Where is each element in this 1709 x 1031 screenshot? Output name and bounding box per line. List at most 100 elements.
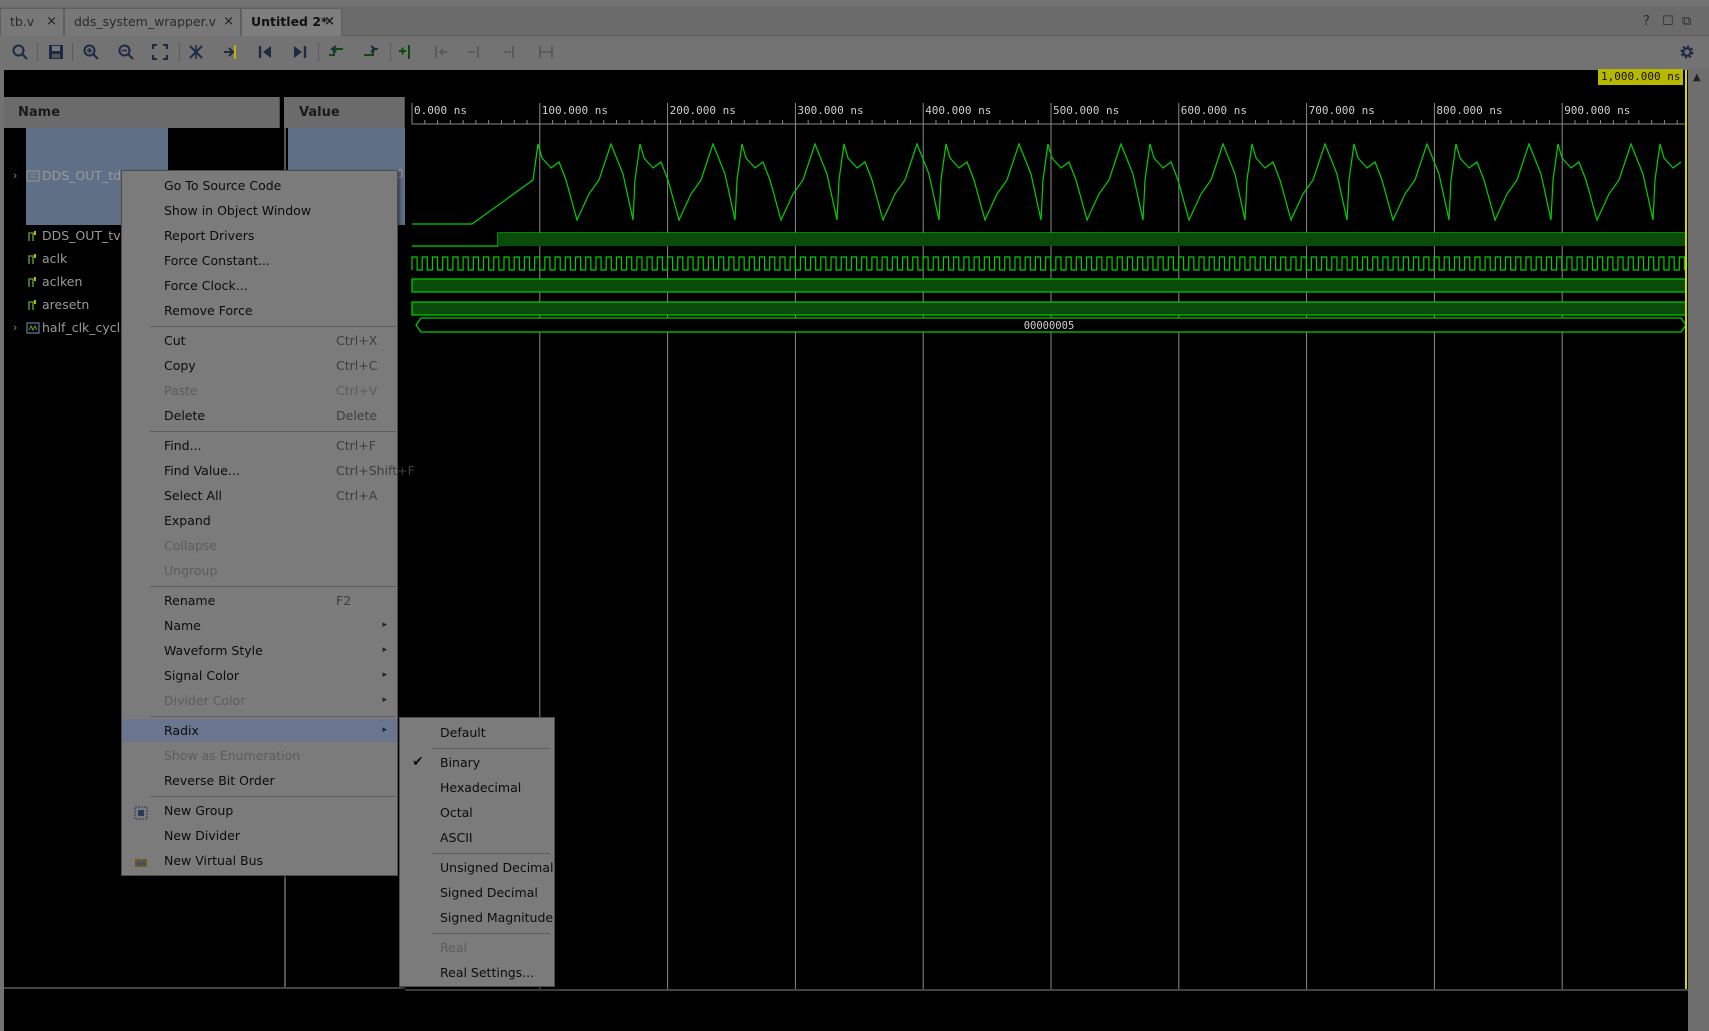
context-menu: Go To Source Code Show in Object Window Re… [121, 170, 415, 876]
menu-item-label: Show in Object Window [164, 203, 312, 218]
menu-item-label: Find Value... [164, 463, 240, 478]
name-column-header[interactable]: Name [4, 97, 280, 128]
menu-item-remove-force[interactable]: Remove Force [122, 299, 397, 322]
bus-icon [26, 322, 40, 334]
waveform-svg[interactable]: 0.000 ns 100.000 ns 200.000 ns 300.000 ns 40… [405, 70, 1688, 989]
tab-label: tb.v [10, 14, 35, 29]
signal-icon [28, 254, 36, 264]
radix-item-signed-magnitude[interactable]: Signed Magnitude [400, 906, 554, 929]
settings-icon[interactable] [1677, 42, 1697, 62]
submenu-arrow-icon: ▸ [382, 645, 387, 655]
menu-item-label: Rename [164, 593, 216, 608]
go-to-last-icon[interactable] [290, 42, 310, 62]
scroll-up-icon[interactable]: ▲ [1693, 72, 1701, 83]
radix-item-default[interactable]: Default [400, 721, 554, 744]
tab-untitled-2[interactable]: Untitled 2* × [241, 8, 342, 36]
menu-item-rename[interactable]: Rename F2 [122, 589, 397, 612]
menu-item-label: Delete [164, 408, 206, 423]
menu-item-report-drivers[interactable]: Report Drivers [122, 224, 397, 247]
menu-item-label: Name [164, 618, 201, 633]
signal-name: aresetn [42, 297, 90, 312]
float-icon[interactable]: ⧉ [1682, 14, 1691, 29]
menu-item-shortcut: Delete [336, 408, 378, 423]
maximize-icon[interactable]: ☐ [1662, 14, 1674, 29]
submenu-arrow-icon: ▸ [382, 670, 387, 680]
menu-item-force-constant[interactable]: Force Constant... [122, 249, 397, 272]
menu-item-shortcut: Ctrl+C [336, 358, 378, 373]
chevron-right-icon[interactable]: › [13, 317, 17, 339]
menu-item-force-clock[interactable]: Force Clock... [122, 274, 397, 297]
value-column-header[interactable]: Value [284, 97, 405, 128]
swap-cursor-icon[interactable] [186, 42, 206, 62]
vertical-scrollbar[interactable]: ▲ [1688, 70, 1709, 1031]
go-to-first-icon[interactable] [255, 42, 275, 62]
menu-item-ungroup: Ungroup [122, 559, 397, 582]
time-tick-label: 400.000 ns [925, 104, 991, 117]
help-icon[interactable]: ? [1643, 14, 1650, 29]
menu-item-cut[interactable]: Cut Ctrl+X [122, 329, 397, 352]
tab-label: dds_system_wrapper.v [74, 14, 217, 29]
menu-item-expand[interactable]: Expand [122, 509, 397, 532]
radix-item-label: Signed Decimal [440, 885, 538, 900]
next-transition-icon[interactable] [361, 42, 381, 62]
menu-item-go-to-source-code[interactable]: Go To Source Code [122, 174, 397, 197]
search-icon[interactable] [10, 42, 30, 62]
menu-item-label: Waveform Style [164, 643, 263, 658]
submenu-arrow-icon: ▸ [382, 620, 387, 630]
close-icon[interactable]: × [223, 9, 234, 35]
menu-item-select-all[interactable]: Select All Ctrl+A [122, 484, 397, 507]
radix-item-ascii[interactable]: ASCII [400, 826, 554, 849]
time-tick-label: 500.000 ns [1053, 104, 1119, 117]
zoom-out-icon[interactable] [116, 42, 136, 62]
previous-transition-icon[interactable] [326, 42, 346, 62]
tab-tb-v[interactable]: tb.v × [0, 8, 64, 36]
tab-dds-system-wrapper[interactable]: dds_system_wrapper.v × [64, 8, 241, 36]
radix-item-label: Octal [440, 805, 473, 820]
menu-item-label: Collapse [164, 538, 218, 553]
radix-item-label: Hexadecimal [440, 780, 522, 795]
menu-item-signal-color[interactable]: Signal Color ▸ [122, 664, 397, 687]
zoom-fit-icon[interactable] [150, 42, 170, 62]
menu-item-delete[interactable]: Delete Delete [122, 404, 397, 427]
value-header-label: Value [299, 105, 340, 120]
aclk-waveform[interactable] [411, 256, 1685, 271]
close-icon[interactable]: × [324, 9, 335, 35]
radix-item-hexadecimal[interactable]: Hexadecimal [400, 776, 554, 799]
zoom-in-icon[interactable] [81, 42, 101, 62]
go-to-cursor-icon[interactable] [220, 42, 240, 62]
menu-item-shortcut: F2 [336, 593, 352, 608]
menu-item-waveform-style[interactable]: Waveform Style ▸ [122, 639, 397, 662]
close-icon[interactable]: × [46, 9, 57, 35]
radix-submenu: Default ✔ Binary Hexadecimal Octal ASCII Unsig… [399, 717, 555, 987]
radix-item-signed-decimal[interactable]: Signed Decimal [400, 881, 554, 904]
radix-item-label: Real [440, 940, 467, 955]
radix-item-real-settings[interactable]: Real Settings... [400, 961, 554, 984]
submenu-arrow-icon: ▸ [382, 695, 387, 705]
chevron-right-icon[interactable]: › [13, 165, 17, 187]
menu-item-new-group[interactable]: New Group [122, 799, 397, 822]
radix-item-unsigned-decimal[interactable]: Unsigned Decimal [400, 856, 554, 879]
menu-item-find-value[interactable]: Find Value... Ctrl+Shift+F [122, 459, 415, 482]
menu-item-new-virtual-bus[interactable]: New Virtual Bus [122, 849, 397, 872]
group-icon [134, 804, 148, 820]
menu-item-name[interactable]: Name ▸ [122, 614, 397, 637]
add-marker-icon[interactable] [396, 42, 416, 62]
menu-item-label: Radix [164, 723, 199, 738]
save-icon[interactable] [46, 42, 66, 62]
menu-item-label: Find... [164, 438, 202, 453]
menu-item-find[interactable]: Find... Ctrl+F [122, 434, 397, 457]
radix-item-binary[interactable]: ✔ Binary [400, 751, 554, 774]
radix-item-octal[interactable]: Octal [400, 801, 554, 824]
menu-item-show-in-object-window[interactable]: Show in Object Window [122, 199, 397, 222]
menu-item-copy[interactable]: Copy Ctrl+C [122, 354, 397, 377]
menu-item-label: Signal Color [164, 668, 240, 683]
menu-item-reverse-bit-order[interactable]: Reverse Bit Order [122, 769, 397, 792]
time-tick-label: 300.000 ns [797, 104, 863, 117]
aresetn-waveform[interactable] [411, 301, 1687, 316]
dds-out-tdata-waveform[interactable] [412, 142, 1682, 225]
waveform-canvas[interactable]: 0.000 ns 100.000 ns 200.000 ns 300.000 ns 40… [405, 70, 1688, 989]
menu-item-new-divider[interactable]: New Divider [122, 824, 397, 847]
menu-item-paste: Paste Ctrl+V [122, 379, 397, 402]
menu-item-radix[interactable]: Radix ▸ [122, 719, 397, 742]
aclken-waveform[interactable] [411, 278, 1687, 293]
